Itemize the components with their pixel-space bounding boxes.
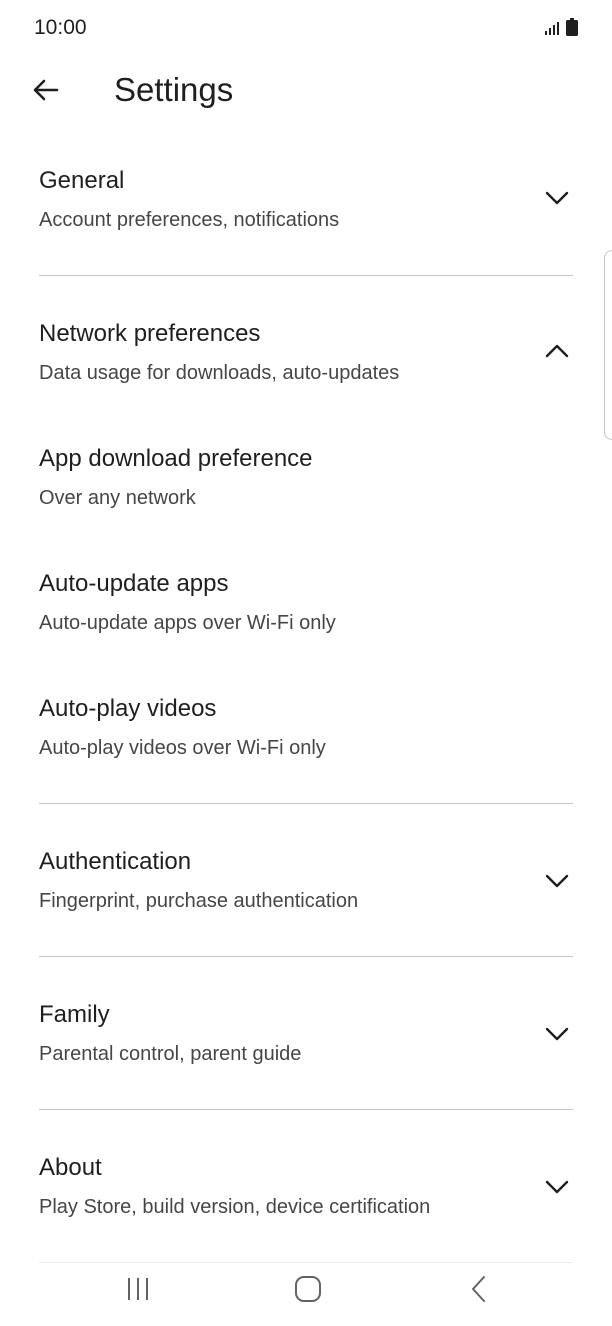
section-subtitle: Account preferences, notifications bbox=[39, 209, 340, 231]
page-title: Settings bbox=[114, 71, 234, 108]
setting-app-download-preference[interactable]: App download preference Over any network bbox=[0, 433, 612, 543]
scrollbar[interactable] bbox=[604, 250, 612, 440]
arrow-back-icon bbox=[31, 75, 61, 110]
section-title: About bbox=[39, 1154, 102, 1181]
setting-auto-play-videos[interactable]: Auto-play videos Auto-play videos over W… bbox=[0, 683, 612, 793]
divider bbox=[39, 1109, 573, 1110]
section-title: Family bbox=[39, 1001, 110, 1028]
section-family[interactable]: Family Parental control, parent guide bbox=[0, 989, 612, 1099]
recents-icon bbox=[124, 1275, 152, 1308]
divider bbox=[39, 803, 573, 804]
status-bar: 10:00 bbox=[0, 0, 612, 56]
divider bbox=[39, 956, 573, 957]
setting-value: Auto-update apps over Wi-Fi only bbox=[39, 612, 336, 634]
app-bar: Settings bbox=[0, 60, 612, 120]
section-general[interactable]: General Account preferences, notificatio… bbox=[0, 155, 612, 265]
setting-value: Over any network bbox=[39, 487, 196, 509]
section-subtitle: Data usage for downloads, auto-updates bbox=[39, 362, 400, 384]
section-title: Network preferences bbox=[39, 320, 261, 347]
nav-back-icon bbox=[466, 1275, 494, 1308]
system-nav-bar bbox=[0, 1260, 612, 1326]
section-network-preferences[interactable]: Network preferences Data usage for downl… bbox=[0, 308, 612, 418]
battery-icon bbox=[566, 18, 578, 41]
back-button[interactable] bbox=[26, 72, 66, 112]
section-subtitle: Fingerprint, purchase authentication bbox=[39, 890, 359, 912]
status-icons bbox=[544, 18, 578, 41]
setting-title: App download preference bbox=[39, 445, 313, 472]
chevron-down-icon[interactable] bbox=[542, 1172, 572, 1202]
setting-value: Auto-play videos over Wi-Fi only bbox=[39, 737, 326, 759]
divider bbox=[39, 275, 573, 276]
setting-title: Auto-play videos bbox=[39, 695, 217, 722]
chevron-down-icon[interactable] bbox=[542, 866, 572, 896]
section-authentication[interactable]: Authentication Fingerprint, purchase aut… bbox=[0, 836, 612, 946]
chevron-up-icon[interactable] bbox=[542, 336, 572, 366]
status-time: 10:00 bbox=[34, 16, 87, 39]
home-button[interactable] bbox=[280, 1268, 336, 1314]
setting-title: Auto-update apps bbox=[39, 570, 229, 597]
section-subtitle: Parental control, parent guide bbox=[39, 1043, 302, 1065]
section-title: Authentication bbox=[39, 848, 192, 875]
recents-button[interactable] bbox=[110, 1268, 166, 1314]
nav-back-button[interactable] bbox=[452, 1268, 508, 1314]
chevron-down-icon[interactable] bbox=[542, 183, 572, 213]
section-subtitle: Play Store, build version, device certif… bbox=[39, 1196, 431, 1218]
section-title: General bbox=[39, 167, 125, 194]
signal-icon bbox=[544, 20, 560, 41]
chevron-down-icon[interactable] bbox=[542, 1019, 572, 1049]
setting-auto-update-apps[interactable]: Auto-update apps Auto-update apps over W… bbox=[0, 558, 612, 668]
home-icon bbox=[293, 1274, 323, 1309]
section-about[interactable]: About Play Store, build version, device … bbox=[0, 1142, 612, 1252]
